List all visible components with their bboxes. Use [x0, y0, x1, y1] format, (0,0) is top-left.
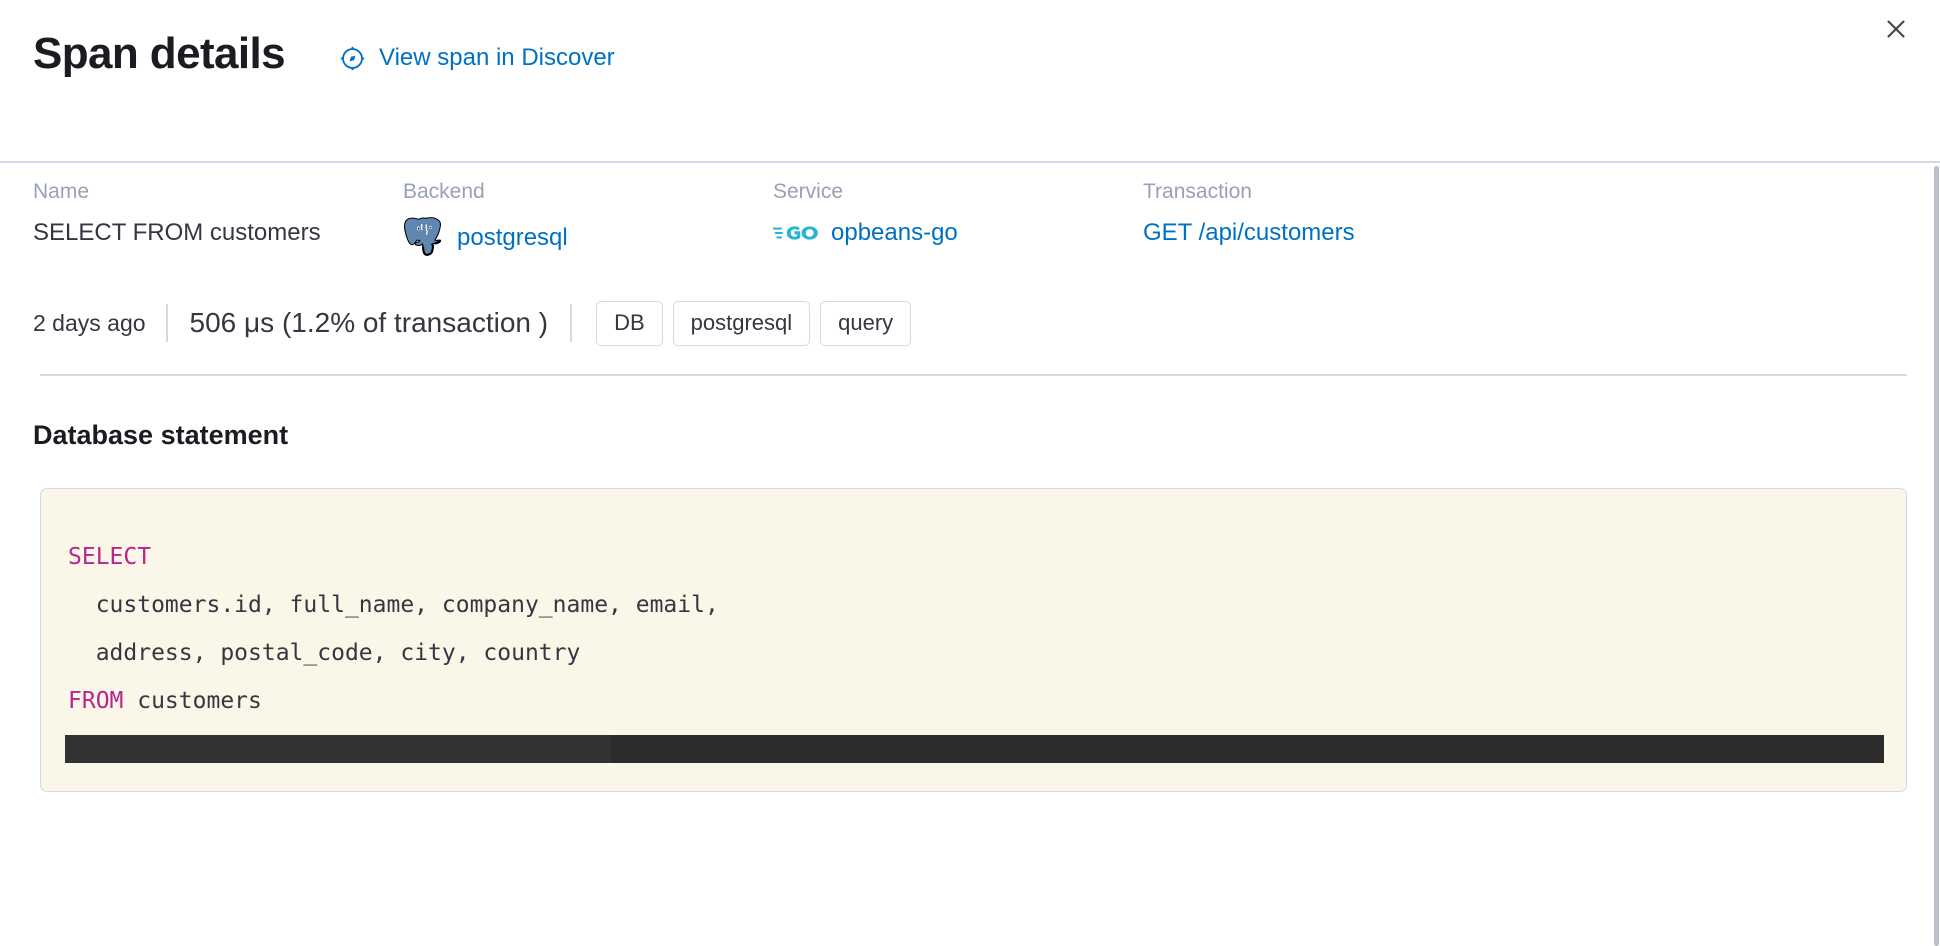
code-scrollbar-thumb[interactable] — [65, 735, 611, 763]
postgresql-icon — [403, 216, 445, 258]
sql-line-4-table: customers — [123, 688, 261, 714]
meta-label-name: Name — [33, 177, 403, 206]
meta-label-transaction: Transaction — [1143, 177, 1563, 206]
meta-column-service: Service opbeans-go — [773, 177, 1143, 258]
flyout-vertical-scrollbar[interactable] — [1934, 166, 1939, 946]
database-statement-code-block[interactable]: SELECT customers.id, full_name, company_… — [40, 488, 1907, 792]
meta-column-backend: Backend — [403, 177, 773, 258]
meta-value-service[interactable]: opbeans-go — [773, 216, 1143, 250]
backend-name-label: postgresql — [457, 221, 568, 255]
service-name-label: opbeans-go — [831, 216, 958, 250]
page-title: Span details — [33, 28, 285, 81]
meta-value-name: SELECT FROM customers — [33, 216, 403, 250]
code-horizontal-scrollbar[interactable] — [65, 735, 1884, 763]
sql-code: SELECT customers.id, full_name, company_… — [41, 489, 1906, 725]
section-divider — [40, 374, 1907, 376]
flyout-header: Span details View span in Discover — [0, 0, 1940, 163]
close-button[interactable] — [1874, 8, 1918, 52]
header-content: Span details View span in Discover — [33, 28, 615, 81]
close-icon — [1884, 17, 1908, 44]
meta-column-transaction: Transaction GET /api/customers — [1143, 177, 1563, 258]
span-badges: DB postgresql query — [572, 301, 911, 345]
view-span-in-discover-link[interactable]: View span in Discover — [339, 44, 615, 72]
discover-link-label: View span in Discover — [379, 44, 615, 72]
sql-line-2: customers.id, full_name, company_name, e… — [68, 592, 719, 618]
badge-postgresql[interactable]: postgresql — [673, 301, 811, 345]
meta-value-transaction[interactable]: GET /api/customers — [1143, 216, 1563, 250]
sql-keyword-select: SELECT — [68, 544, 151, 570]
span-duration: 506 μs (1.2% of transaction ) — [168, 307, 571, 339]
go-lang-icon — [773, 219, 819, 247]
span-timestamp: 2 days ago — [33, 310, 166, 337]
flyout-scrollbar-thumb[interactable] — [1934, 166, 1939, 946]
sql-line-3: address, postal_code, city, country — [68, 640, 580, 666]
database-statement-title: Database statement — [33, 420, 1940, 451]
span-timing-row: 2 days ago 506 μs (1.2% of transaction )… — [0, 300, 1940, 346]
sql-keyword-from: FROM — [68, 688, 123, 714]
badge-db[interactable]: DB — [596, 301, 663, 345]
badge-query[interactable]: query — [820, 301, 911, 345]
compass-icon — [339, 45, 366, 72]
meta-value-backend[interactable]: postgresql — [403, 216, 773, 258]
meta-column-name: Name SELECT FROM customers — [33, 177, 403, 258]
span-details-flyout: Span details View span in Discover — [0, 0, 1940, 946]
span-metadata-row: Name SELECT FROM customers Backend — [0, 177, 1940, 258]
meta-label-service: Service — [773, 177, 1143, 206]
meta-label-backend: Backend — [403, 177, 773, 206]
